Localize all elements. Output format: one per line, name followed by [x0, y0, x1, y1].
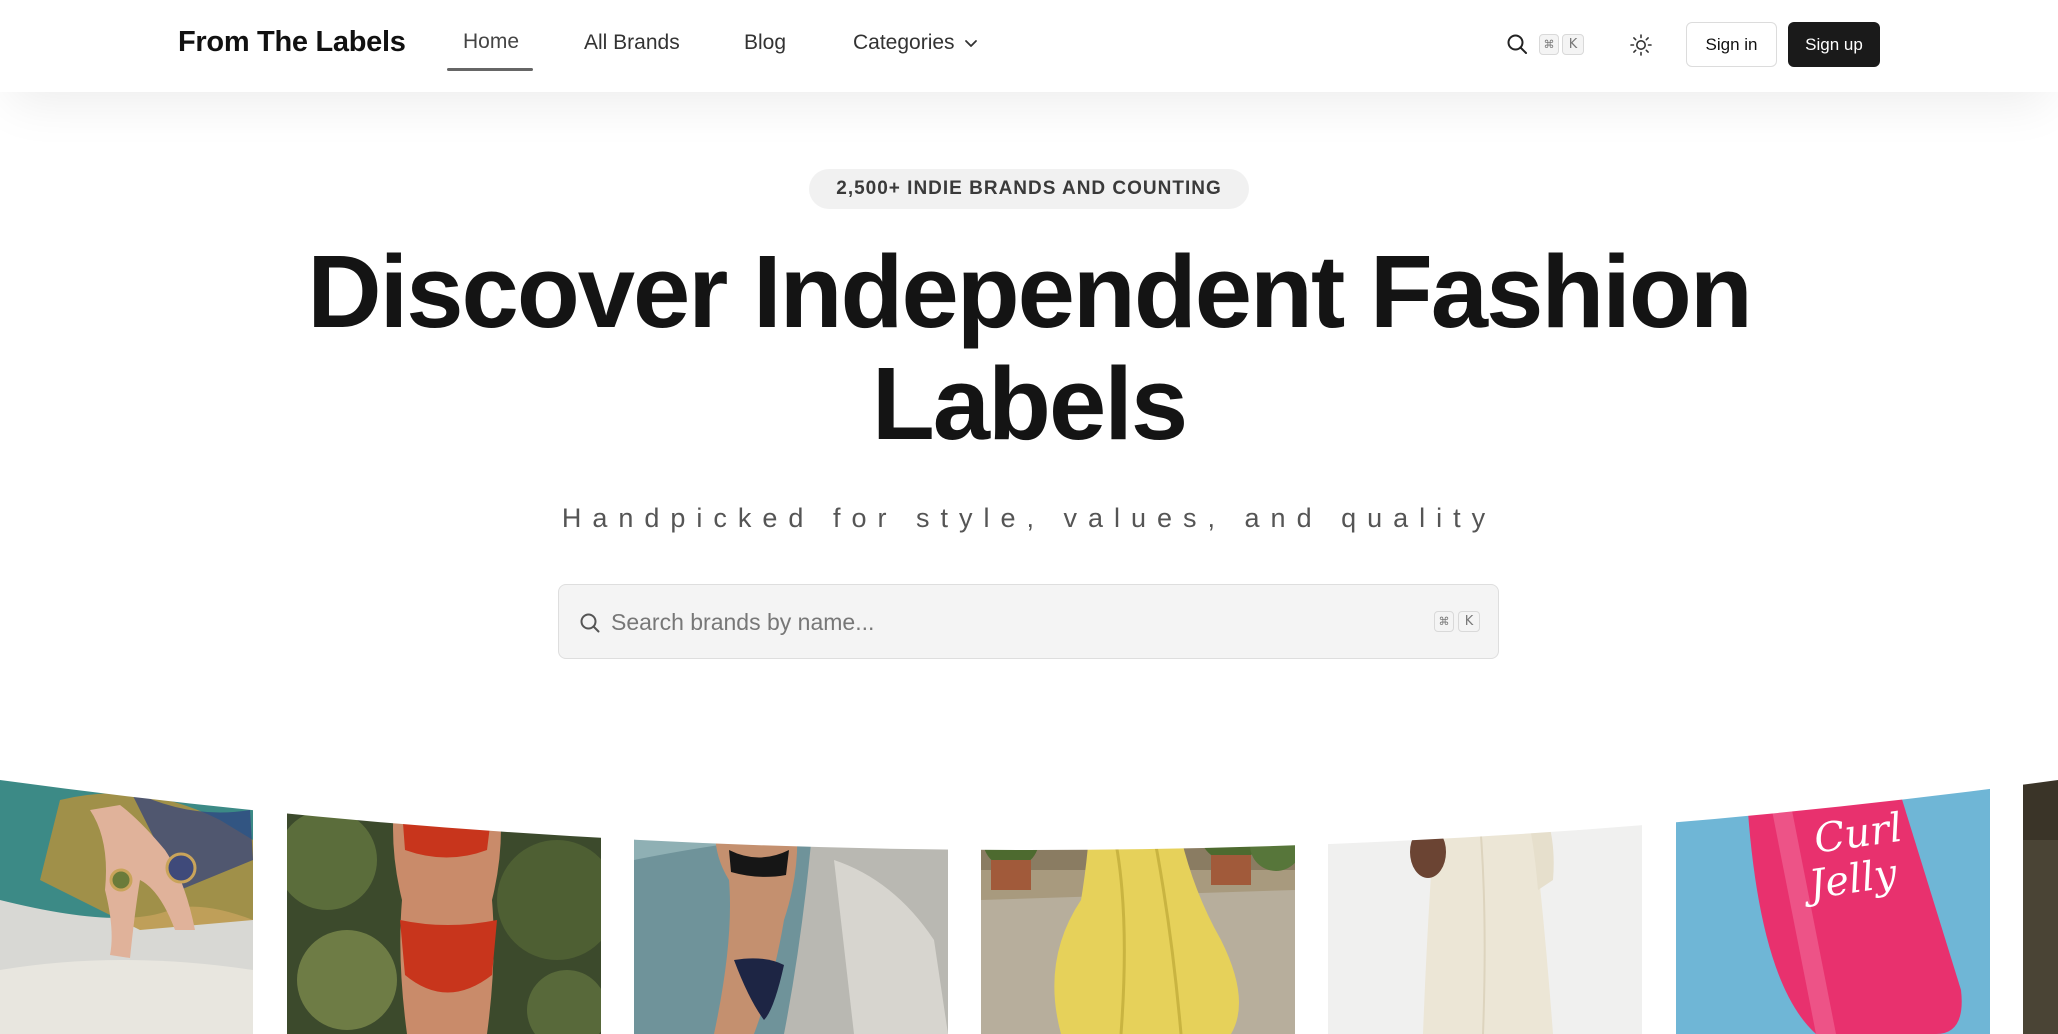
gallery-card-partial[interactable]	[2023, 780, 2058, 1034]
partial-photo	[2023, 780, 2058, 1034]
gallery-card-yellow-dress[interactable]	[981, 780, 1295, 1034]
hero-title-line-1: Discover Independent Fashion	[307, 234, 1752, 349]
gallery-card-cream-dress[interactable]	[1328, 780, 1642, 1034]
chevron-down-icon	[964, 40, 977, 47]
site-header: From The Labels Home All Brands Blog Cat…	[0, 0, 2058, 92]
brand-image-carousel[interactable]: Curl Jelly	[0, 780, 2058, 1034]
black-bikini-photo	[634, 780, 948, 1034]
nav-categories-label: Categories	[853, 31, 955, 54]
jewelry-rings-photo	[0, 780, 253, 1034]
search-icon[interactable]	[1505, 32, 1529, 56]
brand-count-badge: 2,500+ INDIE BRANDS AND COUNTING	[809, 169, 1249, 209]
shortcut-k-key: K	[1458, 611, 1480, 632]
search-icon	[580, 613, 600, 633]
hero-title-line-2: Labels	[871, 346, 1188, 461]
curl-jelly-product-photo: Curl Jelly	[1676, 780, 1990, 1034]
brand-search-input[interactable]	[611, 603, 1371, 641]
brand-search-box[interactable]: ⌘ K	[558, 584, 1499, 659]
nav-active-indicator	[447, 68, 533, 71]
gallery-card-jewelry[interactable]	[0, 780, 253, 1034]
shortcut-cmd-key: ⌘	[1434, 611, 1454, 632]
sun-icon[interactable]	[1629, 33, 1653, 57]
gallery-card-red-bikini[interactable]	[287, 780, 601, 1034]
cream-dress-photo	[1328, 780, 1642, 1034]
shortcut-k-key: K	[1562, 34, 1584, 55]
nav-home[interactable]: Home	[463, 30, 519, 54]
shortcut-cmd-key: ⌘	[1539, 34, 1559, 55]
nav-blog[interactable]: Blog	[744, 31, 786, 55]
sign-up-button[interactable]: Sign up	[1788, 22, 1880, 67]
site-logo[interactable]: From The Labels	[178, 26, 406, 59]
hero-subtitle: Handpicked for style, values, and qualit…	[561, 503, 1497, 533]
nav-all-brands[interactable]: All Brands	[584, 31, 680, 55]
gallery-card-curl-jelly[interactable]: Curl Jelly	[1676, 780, 1990, 1034]
nav-categories[interactable]: Categories	[853, 31, 979, 55]
gallery-card-black-bikini[interactable]	[634, 780, 948, 1034]
red-bikini-photo	[287, 780, 601, 1034]
yellow-dress-photo	[981, 780, 1295, 1034]
hero-title: Discover Independent Fashion Labels	[0, 236, 2058, 460]
sign-in-button[interactable]: Sign in	[1686, 22, 1777, 67]
